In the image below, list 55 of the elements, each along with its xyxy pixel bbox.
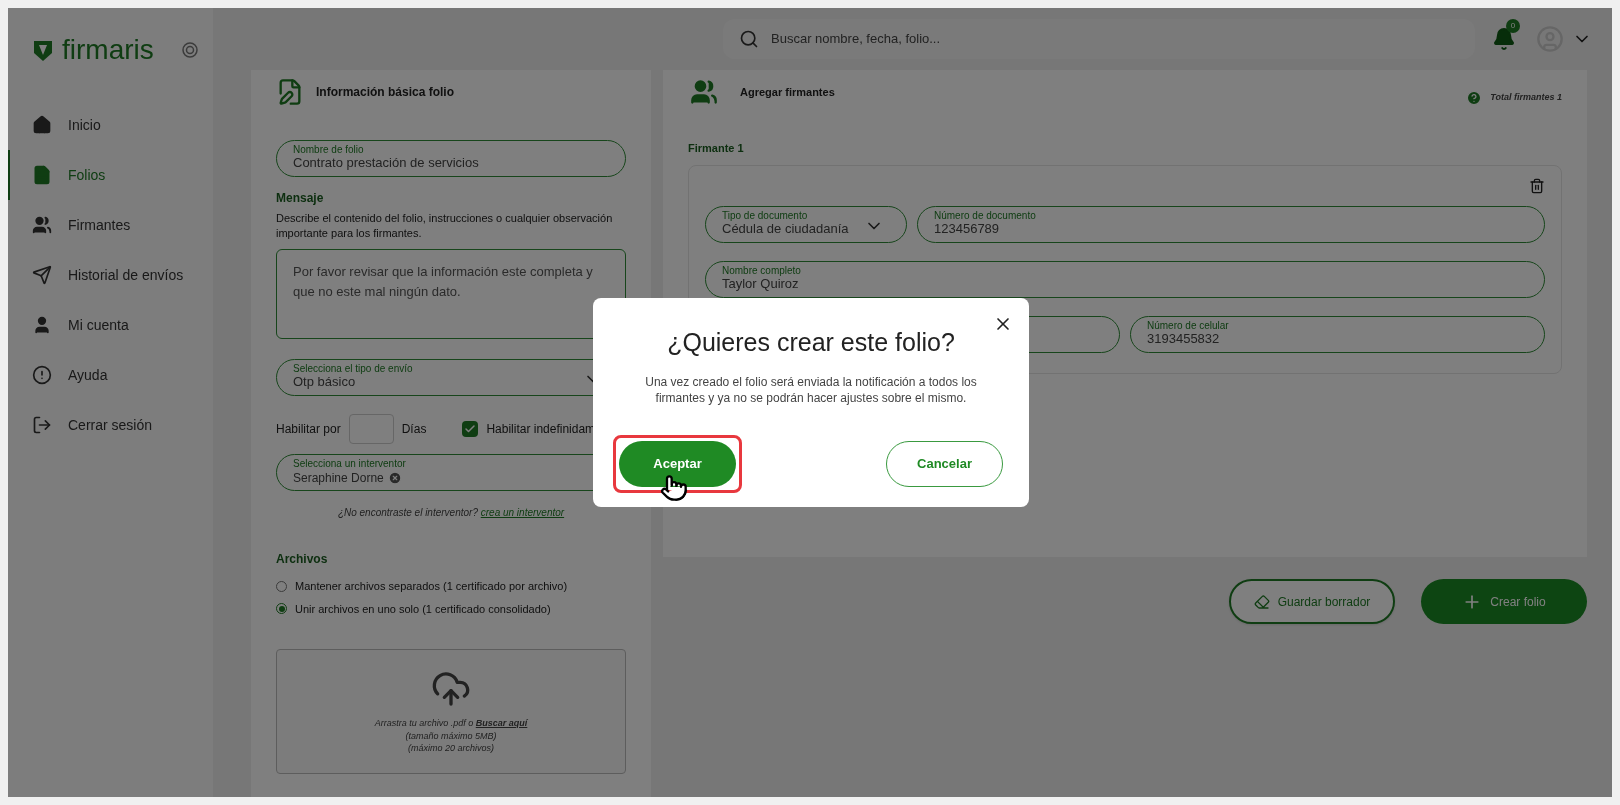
checkbox-label: Habilitar indefinidam xyxy=(486,421,596,438)
text-field[interactable]: Nombre completo Taylor Quiroz xyxy=(705,260,1545,298)
field-label: Habilitar por xyxy=(276,421,341,438)
text-field[interactable]: Número de celular 3193455832 xyxy=(1130,315,1545,353)
upload-text: Arrastra tu archivo .pdf o Buscar aquí xyxy=(374,716,528,730)
create-button[interactable]: Crear folio xyxy=(1421,579,1587,624)
panel-title: Información básica folio xyxy=(316,84,455,101)
unit-label: Días xyxy=(401,421,427,438)
create-link[interactable]: crea un interventor xyxy=(480,507,565,518)
hint-text: ¿No encontraste el interventor? crea un interventor xyxy=(336,506,566,520)
upload-dropzone[interactable]: Arrastra tu archivo .pdf o Buscar aquí (tamaño máximo 5MB) (máximo 20 archivos) xyxy=(276,649,626,774)
search-input[interactable]: Buscar nombre, fecha, folio... xyxy=(771,29,1459,49)
field-value: Contrato prestación de servicios xyxy=(293,155,479,172)
sidebar-item[interactable]: Historial de envíos xyxy=(8,250,213,300)
sidebar-item[interactable]: Ayuda xyxy=(8,350,213,400)
message-description: Describe el contenido del folio, instrucciones o cualquier observación importante para los firmantes. xyxy=(276,211,614,241)
field-label: Selecciona el tipo de envío xyxy=(293,364,413,375)
notification-count: 0 xyxy=(1506,19,1520,33)
upload-limit: (máximo 20 archivos) xyxy=(408,742,494,755)
field-label: Selecciona un interventor xyxy=(293,458,407,469)
sidebar-item[interactable]: Inicio xyxy=(8,100,213,150)
accept-button[interactable]: Aceptar xyxy=(619,441,736,487)
cancel-button[interactable]: Cancelar xyxy=(886,441,1003,487)
panel-title: Agregar firmantes xyxy=(740,84,835,100)
section-title: Mensaje xyxy=(276,190,325,207)
sidebar-item[interactable]: Folios xyxy=(8,150,213,200)
sidebar-item[interactable]: Firmantes xyxy=(8,200,213,250)
dialog-title: ¿Quieres crear este folio? xyxy=(667,327,955,358)
section-title: Archivos xyxy=(276,551,329,568)
field-value: Cédula de ciudadanía xyxy=(722,220,849,238)
text-field[interactable]: Número de documento 123456789 xyxy=(917,205,1545,243)
draft-button[interactable]: Guardar borrador xyxy=(1229,579,1395,624)
field-value: 3193455832 xyxy=(1147,330,1220,348)
field-label: Número de documento xyxy=(934,210,1036,221)
upload-limit: (tamaño máximo 5MB) xyxy=(405,730,497,743)
field-value: Taylor Quiroz xyxy=(722,275,799,293)
total-signers: Total firmantes 1 xyxy=(1490,91,1562,105)
field-label: Nombre completo xyxy=(722,265,801,276)
radio-label: Mantener archivos separados (1 certificado por archivo) xyxy=(295,579,568,594)
logo: firmaris xyxy=(62,36,154,64)
text-field[interactable]: Nombre de folio Contrato prestación de servicios xyxy=(276,140,626,177)
select-field[interactable]: Tipo de documento Cédula de ciudadanía xyxy=(705,205,907,243)
sidebar-item[interactable]: Mi cuenta xyxy=(8,300,213,350)
field-value: Otp básico xyxy=(293,374,356,391)
selected-chip[interactable]: Seraphine Dorne xyxy=(293,468,402,487)
dialog-message: Una vez creado el folio será enviada la notificación a todos los firmantes y ya no se podrán hacer ajustes sobre el mismo. xyxy=(644,373,978,406)
sidebar-item[interactable]: Cerrar sesión xyxy=(8,400,213,450)
browse-link[interactable]: Buscar aquí xyxy=(475,717,528,728)
field-label: Nombre de folio xyxy=(293,145,364,156)
signer-title: Firmante 1 xyxy=(688,141,745,156)
radio-label: Unir archivos en uno solo (1 certificado consolidado) xyxy=(295,601,551,617)
message-textarea[interactable]: Por favor revisar que la información este completa y que no este mal ningún dato. xyxy=(276,249,626,339)
field-label: Número de celular xyxy=(1147,320,1229,331)
field-value: 123456789 xyxy=(934,220,1000,238)
field-label: Tipo de documento xyxy=(722,210,808,221)
